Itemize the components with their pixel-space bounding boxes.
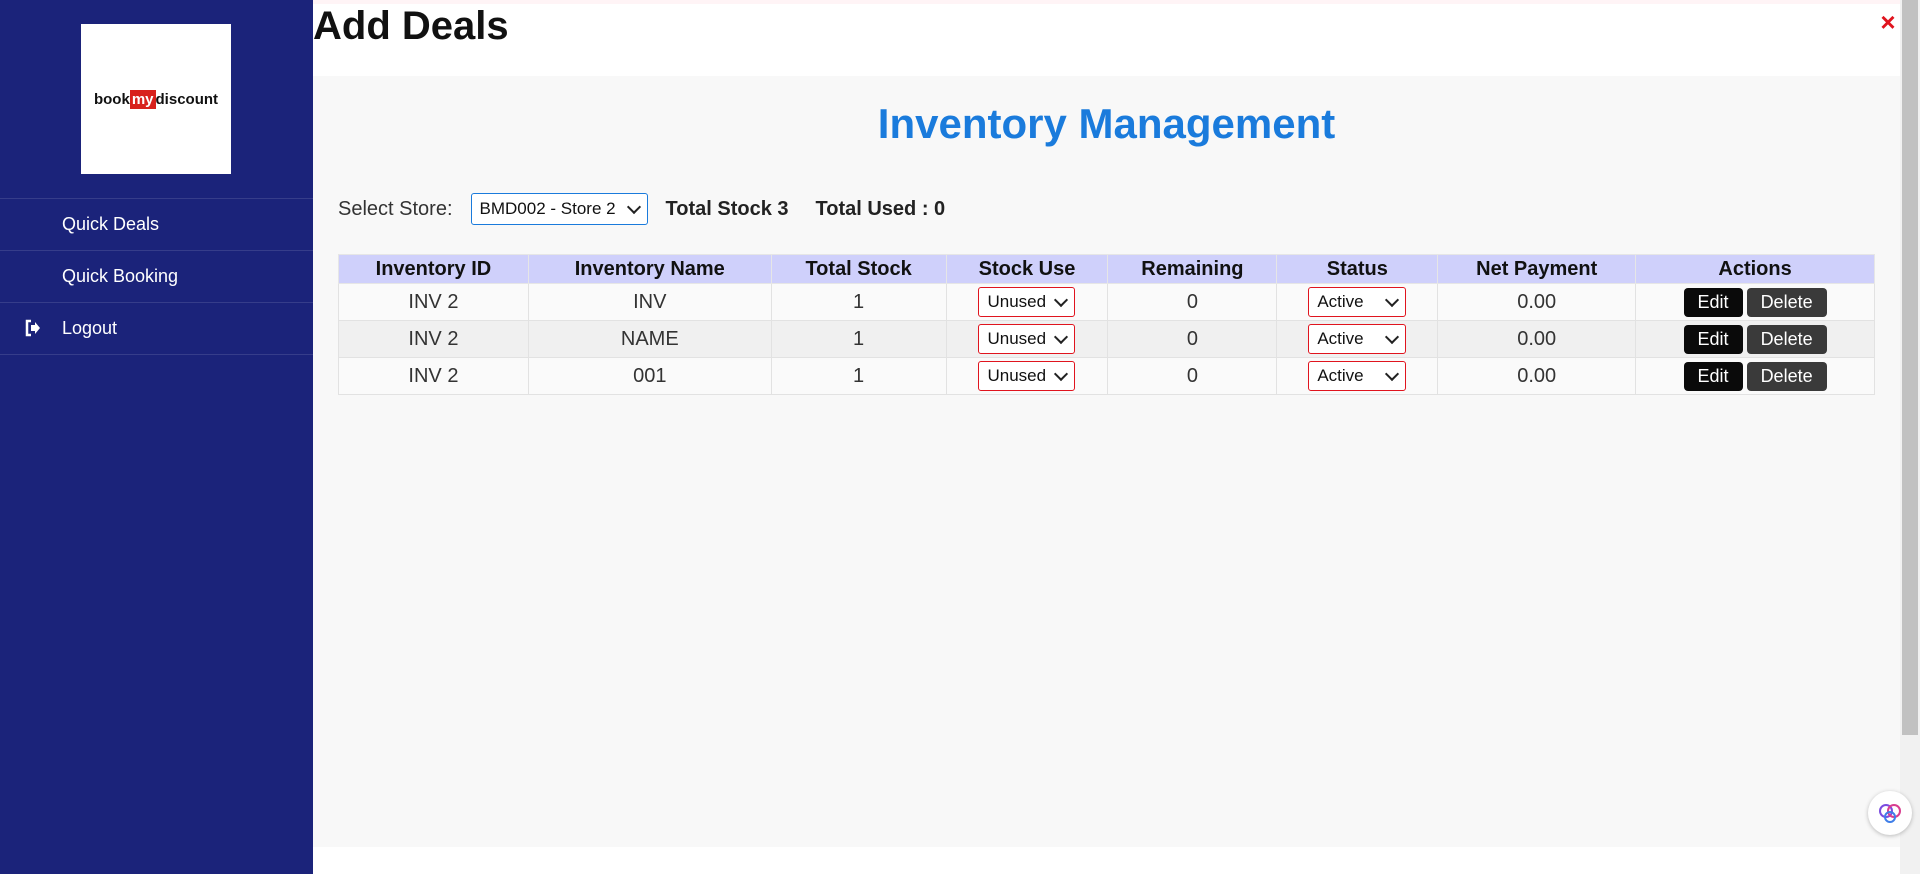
cell-status: Active <box>1276 283 1439 321</box>
status-select[interactable]: Active <box>1308 324 1407 354</box>
column-header: Actions <box>1635 254 1875 284</box>
cell-inventory-name: 001 <box>527 357 772 395</box>
column-header: Remaining <box>1107 254 1278 284</box>
sidebar: book my discount Quick Deals Quick Booking… <box>0 0 313 874</box>
store-filter-row: Select Store: BMD002 - Store 2 Total Sto… <box>338 193 945 225</box>
table-row: INV 2 NAME 1 Unused 0 Active 0.00 Edit D… <box>338 320 1875 358</box>
edit-button[interactable]: Edit <box>1683 287 1743 317</box>
column-header: Status <box>1276 254 1439 284</box>
status-select[interactable]: Active <box>1308 287 1407 317</box>
sidebar-nav: Quick Deals Quick Booking Logout <box>0 198 313 355</box>
status-value: Active <box>1317 366 1364 385</box>
cell-stock-use: Unused <box>945 357 1109 395</box>
delete-button[interactable]: Delete <box>1746 287 1827 317</box>
edit-button[interactable]: Edit <box>1683 324 1743 354</box>
column-header: Net Payment <box>1437 254 1637 284</box>
stock-use-value: Unused <box>987 366 1047 385</box>
stock-use-value: Unused <box>987 292 1047 311</box>
sidebar-item-label: Quick Booking <box>62 266 179 286</box>
cell-remaining: 0 <box>1107 320 1278 358</box>
stock-use-select[interactable]: Unused <box>978 287 1076 317</box>
brand-logo[interactable]: book my discount <box>81 24 231 174</box>
cell-inventory-id: INV 2 <box>338 357 529 395</box>
cell-stock-use: Unused <box>945 320 1109 358</box>
table-row: INV 2 001 1 Unused 0 Active 0.00 Edit De… <box>338 357 1875 395</box>
page-title: Add Deals <box>313 4 509 48</box>
store-select-value: BMD002 - Store 2 <box>479 199 616 218</box>
cell-remaining: 0 <box>1107 357 1278 395</box>
status-value: Active <box>1317 292 1364 311</box>
stock-use-select[interactable]: Unused <box>978 324 1076 354</box>
chevron-down-icon <box>1054 366 1069 381</box>
close-icon[interactable]: × <box>1876 9 1900 35</box>
brain-icon <box>1879 804 1901 823</box>
chevron-down-icon <box>1054 329 1069 344</box>
assistant-widget-button[interactable] <box>1868 791 1912 835</box>
sidebar-item-logout[interactable]: Logout <box>0 302 313 355</box>
store-label: Select Store: <box>338 197 453 220</box>
logout-icon <box>24 319 42 337</box>
sidebar-item-quick-booking[interactable]: Quick Booking <box>0 250 313 302</box>
inventory-title: Inventory Management <box>877 100 1336 147</box>
column-header: Total Stock <box>770 254 947 284</box>
stock-use-select[interactable]: Unused <box>978 361 1076 391</box>
logo-text-book: book <box>93 90 130 108</box>
cell-actions: Edit Delete <box>1635 320 1875 358</box>
cell-total-stock: 1 <box>770 320 947 358</box>
chevron-down-icon <box>1385 329 1400 344</box>
table-header-row: Inventory ID Inventory Name Total Stock … <box>338 254 1875 284</box>
cell-stock-use: Unused <box>945 283 1109 321</box>
sidebar-item-quick-deals[interactable]: Quick Deals <box>0 198 313 250</box>
total-used-text: Total Used : 0 <box>815 197 946 220</box>
cell-inventory-name: INV <box>527 283 772 321</box>
cell-inventory-name: NAME <box>527 320 772 358</box>
cell-inventory-id: INV 2 <box>338 283 529 321</box>
store-select[interactable]: BMD002 - Store 2 <box>470 193 648 225</box>
column-header: Inventory Name <box>527 254 772 284</box>
sidebar-item-label: Logout <box>62 318 118 338</box>
delete-button[interactable]: Delete <box>1746 361 1827 391</box>
status-select[interactable]: Active <box>1308 361 1407 391</box>
page-header <box>313 4 1900 76</box>
main-content: Inventory Management Select Store: BMD00… <box>313 76 1900 847</box>
cell-status: Active <box>1276 320 1439 358</box>
delete-button[interactable]: Delete <box>1746 324 1827 354</box>
chevron-down-icon <box>1385 366 1400 381</box>
cell-net-payment: 0.00 <box>1437 283 1637 321</box>
cell-actions: Edit Delete <box>1635 357 1875 395</box>
chevron-down-icon <box>626 199 641 214</box>
stock-use-value: Unused <box>987 329 1047 348</box>
scrollbar-thumb[interactable] <box>1902 0 1918 735</box>
table-row: INV 2 INV 1 Unused 0 Active 0.00 Edit De… <box>338 283 1875 321</box>
cell-net-payment: 0.00 <box>1437 357 1637 395</box>
cell-status: Active <box>1276 357 1439 395</box>
sidebar-item-label: Quick Deals <box>62 214 160 234</box>
chevron-down-icon <box>1054 292 1069 307</box>
bottom-strip <box>313 847 1900 874</box>
logo-text-discount: discount <box>155 90 219 108</box>
chevron-down-icon <box>1385 292 1400 307</box>
cell-actions: Edit Delete <box>1635 283 1875 321</box>
edit-button[interactable]: Edit <box>1683 361 1743 391</box>
column-header: Stock Use <box>945 254 1109 284</box>
cell-total-stock: 1 <box>770 283 947 321</box>
status-value: Active <box>1317 329 1364 348</box>
inventory-table: Inventory ID Inventory Name Total Stock … <box>338 254 1875 395</box>
total-stock-text: Total Stock 3 <box>665 197 789 220</box>
column-header: Inventory ID <box>338 254 529 284</box>
cell-inventory-id: INV 2 <box>338 320 529 358</box>
logo-text-my: my <box>129 89 156 109</box>
cell-remaining: 0 <box>1107 283 1278 321</box>
cell-net-payment: 0.00 <box>1437 320 1637 358</box>
cell-total-stock: 1 <box>770 357 947 395</box>
